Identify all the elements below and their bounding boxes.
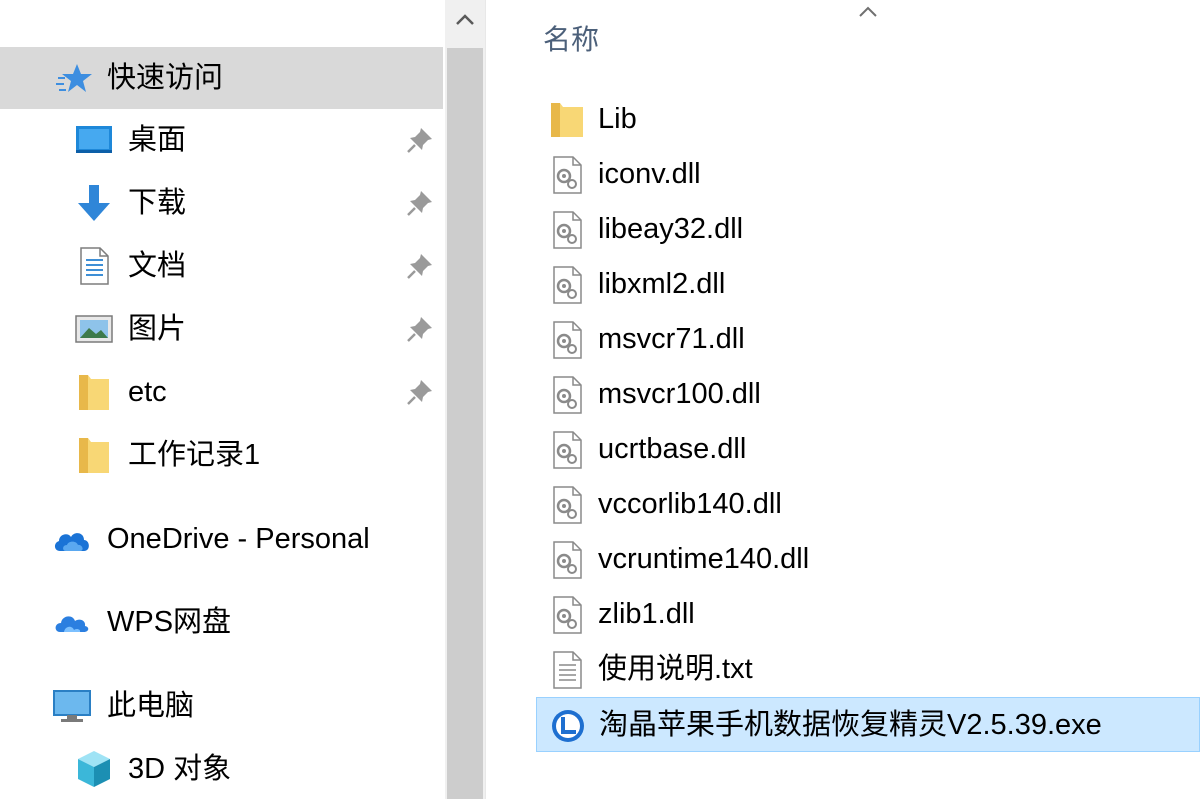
file-row[interactable]: msvcr100.dll [536, 367, 1200, 422]
navigation-scrollbar[interactable] [445, 0, 485, 799]
scroll-up-arrow-icon[interactable] [445, 0, 485, 40]
folder-icon [74, 435, 114, 475]
file-row[interactable]: vccorlib140.dll [536, 477, 1200, 532]
file-name: zlib1.dll [598, 598, 695, 630]
file-row[interactable]: libxml2.dll [536, 257, 1200, 312]
file-name: vccorlib140.dll [598, 488, 782, 520]
pictures-icon [74, 309, 114, 349]
app-icon [549, 706, 587, 746]
dll-file-icon [548, 375, 586, 415]
sort-up-arrow-icon [850, 0, 886, 24]
nav-item-onedrive[interactable]: OneDrive - Personal [0, 508, 443, 570]
nav-label: WPS网盘 [107, 606, 232, 638]
nav-item-wps[interactable]: WPS网盘 [0, 591, 443, 653]
cube-icon [74, 749, 114, 789]
download-icon [74, 183, 114, 223]
file-name: Lib [598, 103, 637, 135]
nav-item-etc[interactable]: etc [0, 361, 443, 423]
file-name: ucrtbase.dll [598, 433, 747, 465]
pin-icon[interactable] [405, 188, 435, 218]
nav-item-this-pc[interactable]: 此电脑 [0, 675, 443, 737]
dll-file-icon [548, 320, 586, 360]
wps-cloud-icon [52, 602, 92, 642]
desktop-icon [74, 120, 114, 160]
nav-label: 此电脑 [107, 690, 195, 722]
file-row[interactable]: zlib1.dll [536, 587, 1200, 642]
file-name: iconv.dll [598, 158, 701, 190]
document-icon [74, 246, 114, 286]
file-name: libeay32.dll [598, 213, 744, 245]
file-row[interactable]: 淘晶苹果手机数据恢复精灵V2.5.39.exe [536, 697, 1200, 752]
file-row[interactable]: Lib [536, 92, 1200, 147]
file-name: libxml2.dll [598, 268, 726, 300]
file-name: msvcr100.dll [598, 378, 761, 410]
file-row[interactable]: iconv.dll [536, 147, 1200, 202]
nav-item-documents[interactable]: 文档 [0, 235, 443, 297]
nav-item-quick-access[interactable]: 快速访问 [0, 47, 443, 109]
star-icon [55, 58, 95, 98]
file-name: vcruntime140.dll [598, 543, 810, 575]
computer-icon [52, 686, 92, 726]
folder-icon [74, 372, 114, 412]
file-row[interactable]: ucrtbase.dll [536, 422, 1200, 477]
nav-item-work-record[interactable]: 工作记录1 [0, 424, 443, 486]
dll-file-icon [548, 595, 586, 635]
pin-icon[interactable] [405, 251, 435, 281]
dll-file-icon [548, 540, 586, 580]
file-row[interactable]: 使用说明.txt [536, 642, 1200, 697]
file-row[interactable]: vcruntime140.dll [536, 532, 1200, 587]
file-name: msvcr71.dll [598, 323, 745, 355]
dll-file-icon [548, 155, 586, 195]
scroll-thumb[interactable] [447, 48, 483, 799]
nav-item-3d-objects[interactable]: 3D 对象 [0, 738, 443, 800]
nav-label: 工作记录1 [128, 439, 261, 471]
nav-label: etc [128, 376, 167, 408]
folder-icon [548, 100, 586, 140]
file-list-pane: 名称 Lib iconv.dll libeay32.dll libxml2.dll ms… [490, 0, 1200, 799]
file-name: 使用说明.txt [598, 653, 753, 685]
nav-label: 图片 [128, 313, 187, 345]
nav-item-downloads[interactable]: 下载 [0, 172, 443, 234]
cloud-icon [52, 519, 92, 559]
nav-label: 3D 对象 [128, 753, 232, 785]
file-row[interactable]: msvcr71.dll [536, 312, 1200, 367]
nav-label: 快速访问 [107, 62, 224, 94]
dll-file-icon [548, 265, 586, 305]
nav-label: OneDrive - Personal [107, 523, 370, 555]
pin-icon[interactable] [405, 314, 435, 344]
dll-file-icon [548, 210, 586, 250]
nav-item-desktop[interactable]: 桌面 [0, 109, 443, 171]
pin-icon[interactable] [405, 377, 435, 407]
nav-label: 下载 [128, 187, 187, 219]
nav-label: 桌面 [128, 124, 187, 156]
file-name: 淘晶苹果手机数据恢复精灵V2.5.39.exe [599, 709, 1102, 741]
dll-file-icon [548, 430, 586, 470]
navigation-pane: 快速访问 桌面 下载 文档 图片 etc 工作记录1 OneDrive - Pe… [0, 0, 445, 799]
file-row[interactable]: libeay32.dll [536, 202, 1200, 257]
column-header-name[interactable]: 名称 [543, 18, 599, 58]
nav-item-pictures[interactable]: 图片 [0, 298, 443, 360]
dll-file-icon [548, 485, 586, 525]
nav-label: 文档 [128, 250, 187, 282]
pin-icon[interactable] [405, 125, 435, 155]
text-file-icon [548, 650, 586, 690]
